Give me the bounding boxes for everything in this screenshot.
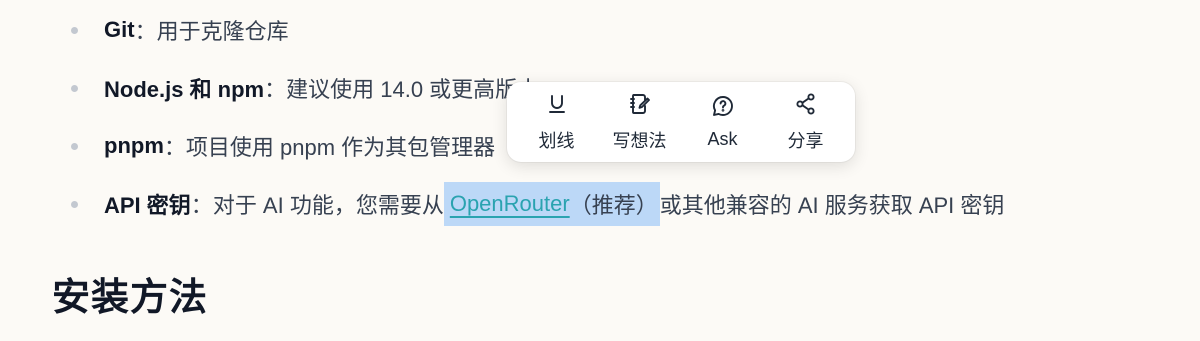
share-label: 分享 bbox=[787, 130, 824, 151]
term-description: 对于 AI 功能，您需要从 bbox=[212, 193, 444, 218]
list-item-text: Git：用于克隆仓库 bbox=[104, 10, 289, 50]
openrouter-link[interactable]: OpenRouter bbox=[450, 191, 570, 217]
notebook-pen-icon bbox=[628, 92, 652, 121]
term-label: Git bbox=[104, 17, 135, 42]
underline-icon bbox=[545, 92, 569, 121]
list-item-text: API 密钥：对于 AI 功能，您需要从 OpenRouter （推荐） 或其他兼容… bbox=[104, 182, 1005, 226]
term-label: API 密钥 bbox=[104, 193, 191, 218]
selected-text-highlight: OpenRouter （推荐） bbox=[443, 182, 660, 226]
bullet-dot bbox=[71, 85, 78, 92]
selection-popup-toolbar: 划线 写想法 Ask 分享 bbox=[507, 82, 855, 162]
bullet-dot bbox=[71, 201, 78, 208]
term-label: Node.js 和 npm bbox=[104, 77, 265, 102]
recommended-note: （推荐） bbox=[569, 193, 658, 218]
separator: ： bbox=[190, 193, 213, 218]
term-description: 用于克隆仓库 bbox=[156, 19, 289, 44]
separator: ： bbox=[163, 135, 186, 160]
ask-label: Ask bbox=[707, 129, 738, 149]
document-content: Git：用于克隆仓库 Node.js 和 npm：建议使用 14.0 或更高版本… bbox=[0, 0, 1200, 341]
share-button[interactable]: 分享 bbox=[764, 82, 847, 162]
term-description: 建议使用 14.0 或更高版本 bbox=[286, 77, 540, 102]
separator: ： bbox=[264, 77, 287, 102]
write-idea-label: 写想法 bbox=[612, 130, 667, 151]
bullet-dot bbox=[71, 143, 78, 150]
write-idea-button[interactable]: 写想法 bbox=[598, 82, 681, 162]
chat-question-icon bbox=[711, 94, 735, 123]
term-label: pnpm bbox=[104, 133, 164, 158]
term-description-rest: 或其他兼容的 AI 服务获取 API 密钥 bbox=[659, 193, 1005, 218]
ask-button[interactable]: Ask bbox=[681, 82, 764, 162]
underline-label: 划线 bbox=[538, 130, 575, 151]
list-item-text: Node.js 和 npm：建议使用 14.0 或更高版本 bbox=[104, 68, 539, 108]
section-heading: 安装方法 bbox=[52, 277, 209, 319]
underline-button[interactable]: 划线 bbox=[515, 82, 598, 162]
share-icon bbox=[794, 92, 818, 121]
bullet-dot bbox=[71, 27, 78, 34]
separator: ： bbox=[134, 19, 157, 44]
term-description: 项目使用 pnpm 作为其包管理器 bbox=[185, 135, 496, 160]
list-item-text: pnpm：项目使用 pnpm 作为其包管理器 bbox=[104, 126, 495, 166]
